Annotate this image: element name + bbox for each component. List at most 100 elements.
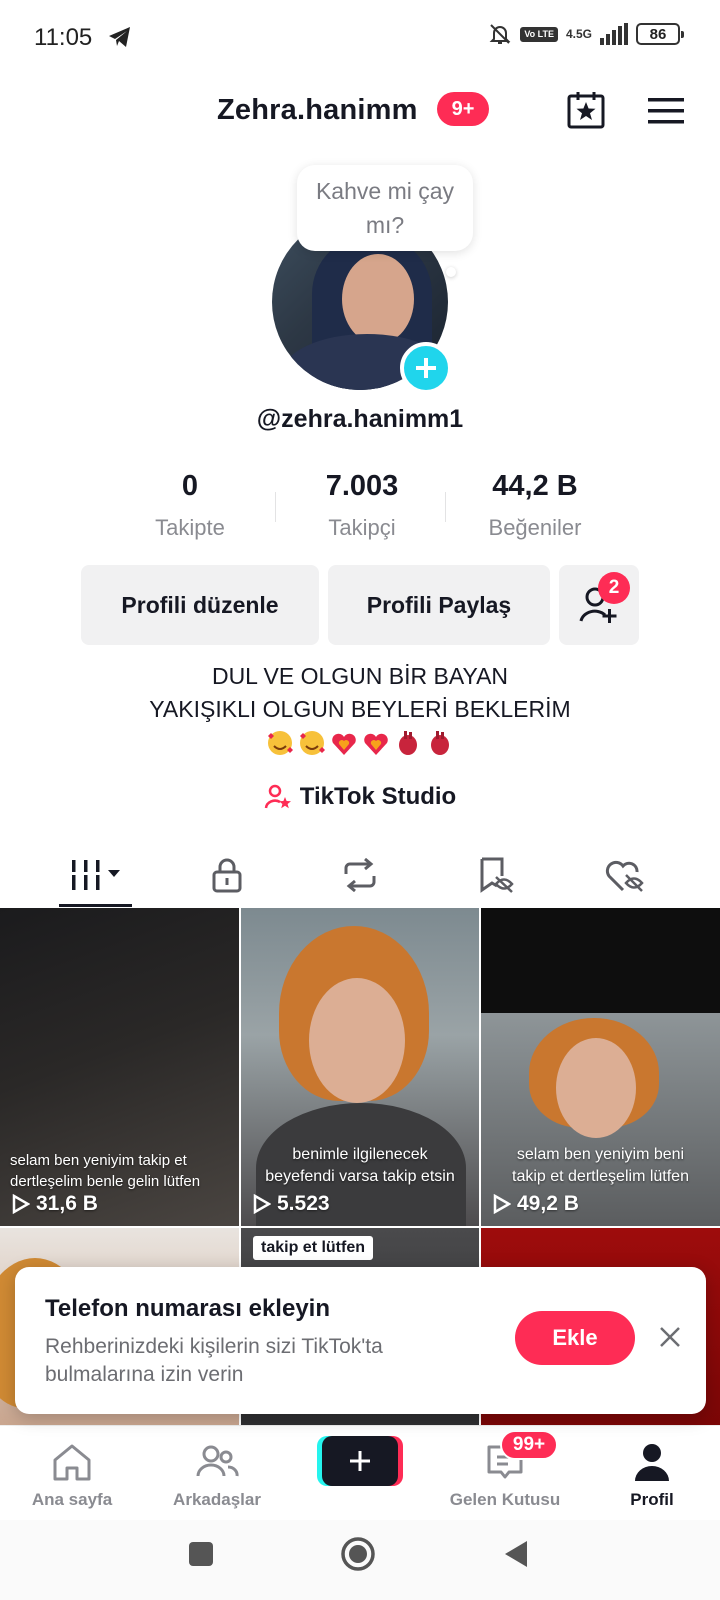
video-caption: selam ben yeniyim takip et dertleşelim b…: [10, 1152, 201, 1190]
hidden-heart-icon: [605, 860, 644, 892]
add-phone-button[interactable]: Ekle: [515, 1311, 635, 1365]
tab-videos[interactable]: [56, 845, 136, 905]
video-caption: selam ben yeniyim beni takip et dertleşe…: [512, 1146, 689, 1185]
friend-request-badge: 2: [598, 572, 630, 604]
views-count: 5.523: [277, 1192, 330, 1215]
toast-description: Rehberinizdeki kişilerin sizi TikTok'ta …: [45, 1335, 383, 1386]
edit-profile-button[interactable]: Profili düzenle: [81, 565, 319, 645]
active-tab-indicator: [59, 904, 132, 907]
likes-stat[interactable]: 44,2 B Beğeniler: [455, 470, 615, 541]
video-thumbnail[interactable]: benimle ilgilenecek beyefendi varsa taki…: [241, 908, 479, 1226]
home-button-icon[interactable]: [340, 1536, 376, 1572]
close-toast-button[interactable]: [655, 1322, 685, 1352]
views-count: 49,2 B: [517, 1192, 579, 1215]
profile-header: Zehra.hanimm 9+: [0, 78, 720, 144]
add-friends-button[interactable]: [559, 565, 639, 645]
video-thumbnail[interactable]: selam ben yeniyim beni takip et dertleşe…: [481, 908, 720, 1226]
notification-badge[interactable]: 9+: [437, 92, 489, 126]
bio-line-2: YAKIŞIKLI OLGUN BEYLERİ BEKLERİM: [149, 696, 571, 722]
battery-level: 86: [649, 25, 667, 43]
status-bar: 11:05 Vo LTE 4.5G 86: [0, 0, 720, 78]
views-count: 31,6 B: [36, 1192, 98, 1215]
share-profile-button[interactable]: Profili Paylaş: [328, 565, 550, 645]
play-icon: [253, 1194, 271, 1214]
tiktok-studio-link[interactable]: TikTok Studio: [0, 783, 720, 811]
add-story-button[interactable]: [400, 342, 452, 394]
nav-profile[interactable]: Profil: [582, 1440, 720, 1510]
anatomical-heart-icon: [431, 731, 449, 755]
bottom-nav: Ana sayfa Arkadaşlar Gelen Kutusu 99+ Pr…: [0, 1425, 720, 1520]
heart-on-fire-icon: [332, 733, 356, 755]
note-bubble-tail: [446, 267, 456, 277]
nav-profile-label: Profil: [630, 1490, 674, 1509]
following-count: 0: [181, 470, 199, 502]
smiling-face-with-hearts-icon: [268, 731, 293, 755]
video-caption: benimle ilgilenecek beyefendi varsa taki…: [265, 1146, 455, 1185]
likes-label: Beğeniler: [488, 515, 582, 540]
smiling-face-with-hearts-icon: [300, 731, 325, 755]
profile-bio: DUL VE OLGUN BİR BAYAN YAKIŞIKLI OLGUN B…: [0, 660, 720, 758]
profile-stats: 0 Takipte 7.003 Takipçi 44,2 B Beğeniler: [0, 470, 720, 540]
profile-username[interactable]: Zehra.hanimm: [217, 94, 418, 127]
close-icon: [660, 1327, 680, 1347]
tab-liked[interactable]: [585, 845, 665, 905]
tab-reposts[interactable]: [320, 845, 400, 905]
status-time: 11:05: [34, 24, 93, 51]
battery-indicator: 86: [636, 23, 684, 45]
studio-icon: [264, 784, 291, 809]
recent-apps-icon[interactable]: [187, 1540, 215, 1568]
play-icon: [493, 1194, 511, 1214]
grid-tab-icon: [72, 860, 120, 890]
nav-home[interactable]: Ana sayfa: [2, 1440, 142, 1510]
hidden-bookmark-icon: [480, 857, 514, 893]
back-icon[interactable]: [503, 1539, 529, 1569]
likes-count: 44,2 B: [492, 470, 578, 502]
plus-icon: [350, 1451, 370, 1471]
system-nav-bar: [0, 1520, 720, 1600]
inbox-badge: 99+: [500, 1430, 558, 1460]
toast-title: Telefon numarası ekleyin: [45, 1295, 330, 1322]
play-icon: [12, 1194, 30, 1214]
home-icon: [53, 1444, 91, 1481]
following-label: Takipte: [155, 515, 225, 540]
bio-emojis: [0, 728, 720, 758]
plus-icon: [416, 358, 436, 378]
content-tabs: [0, 845, 720, 907]
bio-line-1: DUL VE OLGUN BİR BAYAN: [211, 663, 509, 689]
profile-handle: @zehra.hanimm1: [256, 405, 464, 433]
add-phone-toast: Telefon numarası ekleyin Rehberinizdeki …: [15, 1267, 706, 1414]
heart-on-fire-icon: [364, 733, 388, 755]
menu-icon[interactable]: [648, 96, 684, 126]
followers-label: Takipçi: [328, 515, 396, 540]
nav-friends[interactable]: Arkadaşlar: [147, 1440, 287, 1510]
studio-label: TikTok Studio: [299, 783, 457, 810]
nav-home-label: Ana sayfa: [31, 1490, 113, 1509]
note-bubble-text: Kahve mi çay mı?: [315, 178, 455, 238]
lock-icon: [212, 858, 242, 893]
telegram-icon: [109, 27, 130, 47]
thumbnail-face: [556, 1038, 636, 1138]
followers-stat[interactable]: 7.003 Takipçi: [282, 470, 442, 541]
nav-inbox-label: Gelen Kutusu: [449, 1490, 561, 1509]
video-views: 49,2 B: [493, 1192, 579, 1216]
network-type: 4.5G: [565, 27, 592, 41]
tab-favorites[interactable]: [455, 845, 535, 905]
video-views: 5.523: [253, 1192, 330, 1216]
note-bubble[interactable]: Kahve mi çay mı?: [297, 165, 473, 251]
profile-icon: [635, 1444, 669, 1481]
friends-icon: [196, 1445, 239, 1477]
calendar-star-icon[interactable]: [566, 90, 606, 130]
following-stat[interactable]: 0 Takipte: [110, 470, 270, 541]
muted-bell-icon: [489, 24, 511, 44]
create-button[interactable]: [322, 1436, 398, 1486]
signal-icon: [600, 23, 628, 45]
video-thumbnail[interactable]: selam ben yeniyim takip et dertleşelim b…: [0, 908, 239, 1226]
status-indicators: Vo LTE 4.5G 86: [488, 22, 684, 46]
stat-divider: [445, 492, 446, 522]
volte-indicator: Vo LTE: [520, 26, 558, 42]
followers-count: 7.003: [325, 470, 399, 502]
nav-friends-label: Arkadaşlar: [173, 1490, 261, 1509]
video-caption: takip et lütfen: [253, 1236, 374, 1260]
tab-private[interactable]: [187, 845, 267, 905]
anatomical-heart-icon: [399, 731, 417, 755]
